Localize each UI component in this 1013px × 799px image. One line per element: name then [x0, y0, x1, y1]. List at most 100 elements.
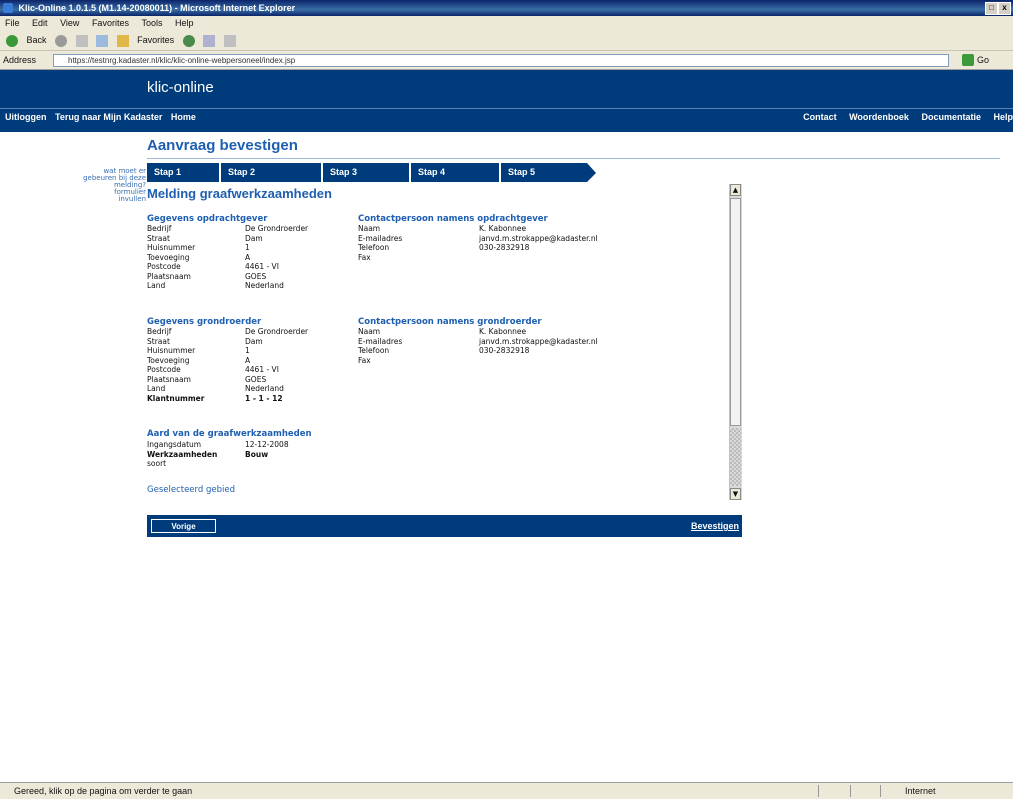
address-bar: Address https://testnrg.kadaster.nl/klic… [0, 51, 1013, 70]
field-label: Land [147, 281, 166, 290]
field-label: Bedrijf [147, 327, 172, 336]
section-opdrachtgever-title: Gegevens opdrachtgever [147, 214, 268, 224]
step-bar: Stap 1 Stap 2 Stap 3 Stap 4 Stap 5 [147, 163, 587, 182]
field-label: Huisnummer [147, 346, 196, 355]
address-input[interactable]: https://testnrg.kadaster.nl/klic/klic-on… [53, 54, 949, 67]
vorige-button[interactable]: Vorige [151, 519, 216, 533]
status-divider [818, 785, 819, 797]
field-row: Land Nederland [147, 281, 308, 291]
close-button[interactable]: x [998, 2, 1011, 15]
werkzaamheden-fields: Ingangsdatum 12-12-2008 Werkzaamheden Bouw… [147, 440, 289, 469]
field-row: Fax [358, 253, 598, 263]
field-row: Telefoon 030-2832918 [358, 346, 598, 356]
field-label: Telefoon [358, 346, 390, 355]
scroll-up-icon[interactable]: ▲ [730, 184, 741, 196]
nav-documentatie[interactable]: Documentatie [921, 112, 981, 122]
field-value: GOES [245, 374, 267, 384]
field-row: Bedrijf De Grondroerder [147, 327, 308, 337]
menu-tools[interactable]: Tools [141, 18, 162, 28]
field-row: Toevoeging A [147, 356, 308, 366]
field-label: Land [147, 384, 166, 393]
field-label: Telefoon [358, 243, 390, 252]
status-bar: Gereed, klik op de pagina om verder te g… [0, 782, 1013, 799]
field-label: Huisnummer [147, 243, 196, 252]
field-value: 030-2832918 [479, 346, 530, 355]
go-icon[interactable] [962, 54, 974, 66]
field-value: GOES [245, 271, 267, 281]
contact-opdrachtgever-fields: Naam K. Kabonnee E-mailadres janvd.m.strok… [358, 224, 598, 262]
nav-uitloggen[interactable]: Uitloggen [5, 112, 47, 122]
media-icon[interactable] [182, 34, 195, 47]
nav-woordenboek[interactable]: Woordenboek [849, 112, 909, 122]
sidebar-link[interactable]: invullen [18, 196, 146, 203]
field-row: Fax [358, 356, 598, 366]
ie-icon [3, 3, 13, 13]
refresh-icon[interactable] [96, 34, 109, 47]
field-label: Naam [358, 224, 381, 233]
field-row: Toevoeging A [147, 253, 308, 263]
field-value: De Grondroerder [245, 224, 309, 233]
field-row: Telefoon 030-2832918 [358, 243, 598, 253]
field-row: E-mailadres janvd.m.strokappe@kadaster.nl [358, 234, 598, 244]
field-row: Huisnummer 1 [147, 243, 308, 253]
field-row: Werkzaamheden Bouw [147, 450, 289, 460]
section-grondroerder-title: Gegevens grondroerder [147, 317, 262, 327]
menu-file[interactable]: File [5, 18, 20, 28]
field-label: Werkzaamheden [147, 449, 218, 459]
stop-icon[interactable] [75, 34, 88, 47]
field-value: janvd.m.strokappe@kadaster.nl [479, 233, 598, 243]
field-value: 1 [245, 243, 250, 252]
step-3: Stap 3 [323, 163, 411, 182]
site-nav: Uitloggen Terug naar Mijn Kadaster Home … [0, 108, 1013, 125]
go-button[interactable]: Go [977, 51, 989, 69]
field-label: Plaatsnaam [147, 374, 191, 384]
site-logo[interactable]: klic-online [147, 79, 214, 96]
field-row: Ingangsdatum 12-12-2008 [147, 440, 289, 450]
field-value: K. Kabonnee [479, 224, 527, 233]
field-value: 4461 - VI [245, 262, 279, 271]
scroll-track[interactable] [730, 428, 741, 486]
address-label: Address [3, 55, 37, 65]
scroll-down-icon[interactable]: ▼ [730, 488, 741, 500]
scroll-thumb[interactable] [730, 198, 741, 426]
nav-contact[interactable]: Contact [803, 112, 837, 122]
field-value: 030-2832918 [479, 243, 530, 252]
field-value: K. Kabonnee [479, 327, 527, 336]
menu-bar: File Edit View Favorites Tools Help [0, 16, 1013, 30]
field-value: Dam [245, 336, 263, 346]
print-icon[interactable] [223, 34, 236, 47]
field-value: Bouw [245, 449, 269, 459]
field-row: Klantnummer 1 - 1 - 12 [147, 394, 308, 404]
content-scrollbar[interactable]: ▲ ▼ [729, 184, 742, 500]
window-title-bar: Klic-Online 1.0.1.5 (M1.14-20080011) - M… [0, 0, 1013, 16]
title-divider [147, 158, 1000, 159]
site-header: klic-online Uitloggen Terug naar Mijn Ka… [0, 70, 1013, 132]
back-icon[interactable] [6, 34, 18, 47]
field-row: Plaatsnaam GOES [147, 375, 308, 385]
menu-favorites[interactable]: Favorites [92, 18, 129, 28]
field-label: Postcode [147, 262, 181, 271]
menu-help[interactable]: Help [175, 18, 194, 28]
section-werkzaamheden-title: Aard van de graafwerkzaamheden [147, 429, 312, 439]
status-divider [850, 785, 851, 797]
opdrachtgever-fields: Bedrijf De Grondroerder Straat Dam Huisnum… [147, 224, 308, 291]
forward-icon[interactable] [55, 34, 68, 47]
field-row: soort [147, 459, 289, 469]
field-label: Toevoeging [147, 355, 190, 365]
geselecteerd-gebied-link[interactable]: Geselecteerd gebied [147, 485, 235, 495]
home-icon[interactable] [116, 34, 129, 47]
nav-help[interactable]: Help [993, 112, 1013, 122]
menu-edit[interactable]: Edit [32, 18, 48, 28]
nav-terug-mijn-kadaster[interactable]: Terug naar Mijn Kadaster [55, 112, 162, 122]
back-button[interactable]: Back [27, 35, 47, 45]
menu-view[interactable]: View [60, 18, 79, 28]
field-row: Postcode 4461 - VI [147, 365, 308, 375]
field-value: 4461 - VI [245, 365, 279, 374]
sidebar-help-links: wat moet er gebeuren bij deze melding? f… [18, 168, 146, 203]
mail-icon[interactable] [203, 34, 216, 47]
bevestigen-button[interactable]: Bevestigen [691, 519, 739, 533]
favorites-button[interactable]: Favorites [137, 35, 174, 45]
maximize-button[interactable]: □ [985, 2, 998, 15]
nav-home[interactable]: Home [171, 112, 196, 122]
content-panel: Melding graafwerkzaamheden Gegevens opdr… [147, 184, 742, 500]
